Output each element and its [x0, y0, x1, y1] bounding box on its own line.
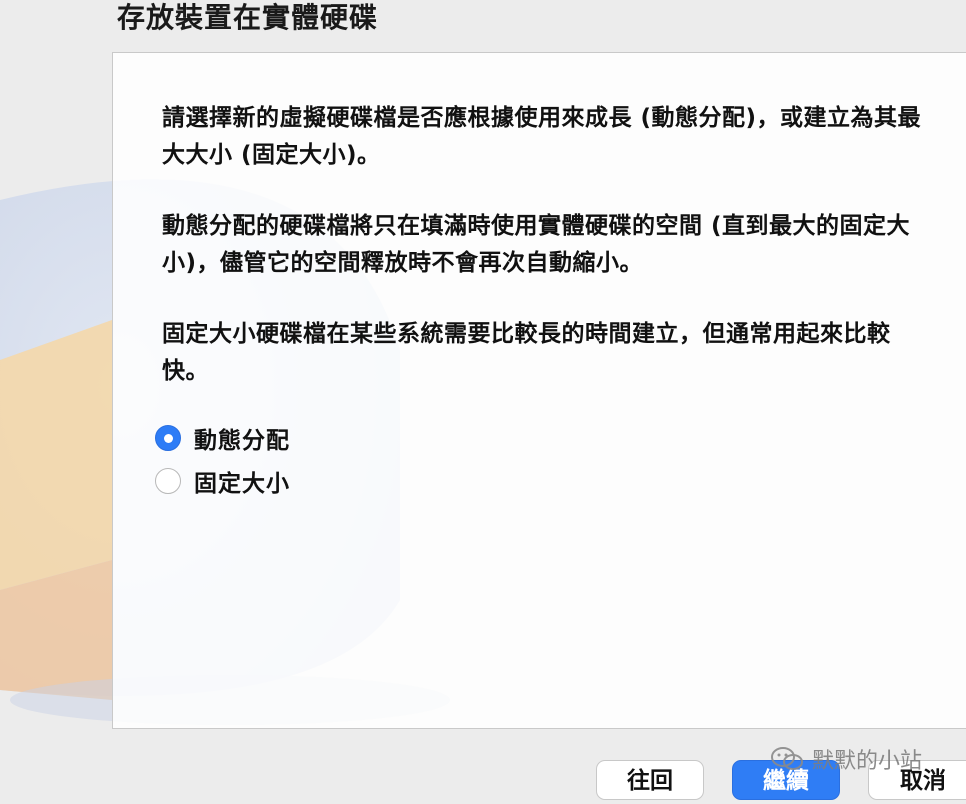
watermark: 默默的小站: [770, 744, 922, 774]
radio-dynamic-allocation[interactable]: 動態分配: [155, 422, 290, 454]
description-paragraph-3: 固定大小硬碟檔在某些系統需要比較長的時間建立，但通常用起來比較快。: [162, 321, 891, 384]
description-paragraph-1: 請選擇新的虛擬硬碟檔是否應根據使用來成長 (動態分配)，或建立為其最大大小 (固…: [162, 105, 922, 168]
radio-label-dynamic: 動態分配: [194, 428, 290, 454]
back-button[interactable]: 往回: [596, 760, 704, 800]
description-paragraph-2: 動態分配的硬碟檔將只在填滿時使用實體硬碟的空間 (直到最大的固定大小)，儘管它的…: [162, 213, 911, 276]
page-title: 存放裝置在實體硬碟: [117, 1, 379, 34]
radio-selected-icon[interactable]: [155, 425, 181, 451]
wechat-icon: [771, 747, 803, 770]
radio-label-fixed: 固定大小: [194, 471, 290, 497]
radio-unselected-icon[interactable]: [155, 468, 181, 494]
watermark-text: 默默的小站: [812, 749, 923, 774]
radio-fixed-size[interactable]: 固定大小: [155, 465, 290, 497]
